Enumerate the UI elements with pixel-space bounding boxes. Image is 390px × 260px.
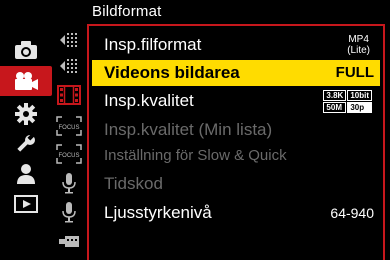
menu-item-value: 64-940 <box>330 205 374 221</box>
menu-item-label: Insp.kvalitet (Min lista) <box>104 120 273 139</box>
wrench-icon <box>17 133 35 152</box>
image-format-icon <box>60 33 77 47</box>
rec-file-format-value: MP4 (Lite) <box>347 34 370 56</box>
frame-left-border <box>87 24 89 260</box>
value-line1: MP4 <box>348 34 369 45</box>
subcategory-hdmi[interactable] <box>52 227 86 255</box>
category-setup[interactable] <box>6 130 46 158</box>
category-photo[interactable] <box>6 36 46 64</box>
menu-item-label: Insp.filformat <box>104 35 202 54</box>
focus-label: FOCUS <box>59 125 80 131</box>
gear-icon <box>15 103 37 125</box>
menu-item-value: FULL <box>335 64 374 81</box>
menu-item-label: Ljusstyrkenivå <box>104 203 212 222</box>
camera-icon <box>15 41 37 59</box>
microphone-icon <box>62 173 76 194</box>
badge-resolution: 3.8K <box>323 90 347 101</box>
value-line2: (Lite) <box>347 45 370 56</box>
frame-top-border <box>87 24 385 26</box>
menu-item-label: Videons bildarea <box>104 63 240 82</box>
menu-item-rec-quality-my-list[interactable]: Insp.kvalitet (Min lista) <box>92 117 380 143</box>
subcategory-audio-2[interactable] <box>52 198 86 226</box>
page-title: Bildformat <box>92 3 162 20</box>
focus-icon: FOCUS <box>56 116 82 136</box>
rec-quality-badge: 3.8K 10bit 50M 30p <box>323 90 372 113</box>
menu-item-rec-quality[interactable]: Insp.kvalitet 3.8K 10bit 50M 30p <box>92 88 380 114</box>
badge-bitrate: 50M <box>323 102 347 113</box>
focus-icon: FOCUS <box>56 144 82 164</box>
subcategory-focus-1[interactable]: FOCUS <box>52 112 86 140</box>
subcategory-audio-1[interactable] <box>52 169 86 197</box>
film-icon <box>57 85 81 105</box>
menu-item-label: Tidskod <box>104 174 163 193</box>
category-playback[interactable] <box>6 190 46 218</box>
playback-icon <box>14 195 38 213</box>
menu-item-image-area[interactable]: Videons bildarea FULL <box>92 60 380 86</box>
menu-item-label: Inställning för Slow & Quick <box>104 147 287 164</box>
camera-menu-screen: Bildformat FOCUS FOCUS Insp.filformat MP… <box>0 0 390 260</box>
category-custom[interactable] <box>6 100 46 128</box>
subcategory-image-format-2[interactable] <box>52 52 86 80</box>
menu-item-rec-file-format[interactable]: Insp.filformat MP4 (Lite) <box>92 32 380 58</box>
badge-bitdepth: 10bit <box>347 90 372 101</box>
category-video[interactable] <box>0 66 52 96</box>
menu-item-slow-quick[interactable]: Inställning för Slow & Quick <box>92 143 380 169</box>
video-camera-icon <box>15 72 38 90</box>
subcategory-film[interactable] <box>52 81 86 109</box>
menu-item-timecode[interactable]: Tidskod <box>92 171 380 197</box>
microphone-icon <box>62 202 76 223</box>
badge-framerate: 30p <box>347 102 372 113</box>
hdmi-icon <box>59 236 79 247</box>
focus-label: FOCUS <box>59 153 80 159</box>
category-mymenu[interactable] <box>6 160 46 188</box>
person-icon <box>17 164 35 184</box>
frame-right-border <box>383 24 385 260</box>
subcategory-focus-2[interactable]: FOCUS <box>52 140 86 168</box>
subcategory-image-format-1[interactable] <box>52 26 86 54</box>
image-format-icon <box>60 59 77 73</box>
menu-item-luminance-level[interactable]: Ljusstyrkenivå 64-940 <box>92 200 380 226</box>
menu-item-label: Insp.kvalitet <box>104 91 194 110</box>
